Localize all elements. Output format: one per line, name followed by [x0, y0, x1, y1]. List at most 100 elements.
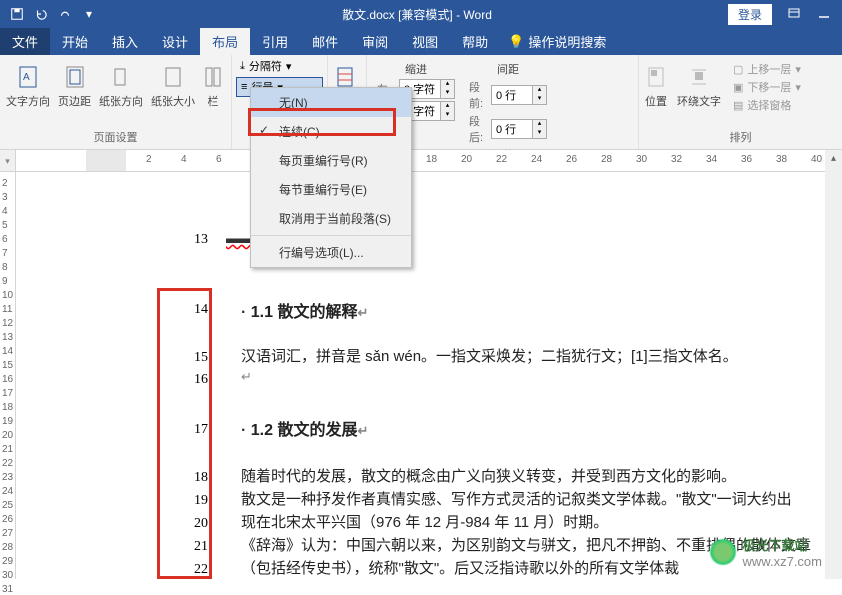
line-numbers-icon: ≡ — [241, 81, 247, 93]
menu-item-suppress[interactable]: 取消用于当前段落(S) — [251, 204, 411, 233]
ruler-h-tick: 36 — [741, 154, 752, 165]
spinner-up-icon[interactable]: ▴ — [440, 102, 454, 111]
minimize-icon[interactable] — [810, 3, 838, 25]
size-button[interactable]: 纸张大小 — [149, 61, 197, 111]
tab-design[interactable]: 设计 — [150, 28, 200, 55]
ruler-v-tick: 18 — [2, 402, 13, 413]
group-label-arrange: 排列 — [643, 127, 838, 147]
ruler-v-tick: 3 — [2, 192, 8, 203]
ruler-h-tick: 28 — [601, 154, 612, 165]
space-before-spinner[interactable]: ▴▾ — [491, 85, 547, 105]
ruler-v-tick: 16 — [2, 374, 13, 385]
tell-me-search[interactable]: 💡 操作说明搜索 — [500, 28, 614, 55]
redo-icon[interactable] — [54, 3, 76, 25]
watermark: 极光下载站 www.xz7.com — [709, 535, 822, 569]
selection-pane-button[interactable]: ▤选择窗格 — [733, 97, 801, 113]
space-before-input[interactable] — [492, 88, 532, 102]
ruler-v-tick: 25 — [2, 500, 13, 511]
ruler-v-tick: 5 — [2, 220, 8, 231]
ruler-h-tick: 18 — [426, 154, 437, 165]
tab-references[interactable]: 引用 — [250, 28, 300, 55]
heading-12: · 1.2 散文的发展↵ — [241, 416, 368, 440]
document-area[interactable]: 1314151617181920212223 ▬▬▬↵ · 1.1 散文的解释↵… — [16, 172, 842, 579]
breaks-icon: ⤓ — [240, 60, 245, 73]
text-direction-button[interactable]: A 文字方向 — [4, 61, 52, 111]
tab-layout[interactable]: 布局 — [200, 28, 250, 55]
space-after-label: 段后: — [469, 113, 487, 145]
scrollbar-vertical[interactable]: ▴ — [825, 150, 842, 579]
breaks-button[interactable]: ⤓分隔符▾ — [236, 57, 323, 75]
heading-11: · 1.1 散文的解释↵ — [241, 298, 368, 322]
spinner-down-icon[interactable]: ▾ — [440, 89, 454, 98]
ribbon: A 文字方向 页边距 纸张方向 纸张大小 栏 页面设置 ⤓分隔 — [0, 55, 842, 150]
ruler-v-tick: 9 — [2, 276, 8, 287]
margins-icon — [65, 63, 85, 91]
ruler-h-tick: 6 — [216, 154, 222, 165]
spinner-up-icon[interactable]: ▴ — [532, 86, 546, 95]
ruler-vertical[interactable]: 2345678910111213141516171819202122232425… — [0, 172, 16, 579]
tab-insert[interactable]: 插入 — [100, 28, 150, 55]
tab-mailings[interactable]: 邮件 — [300, 28, 350, 55]
spinner-down-icon[interactable]: ▾ — [532, 129, 546, 138]
doc-line-16: ↵ — [241, 368, 252, 385]
doc-line-22: （包括经传史书），统称"散文"。后又泛指诗歌以外的所有文学体裁 — [241, 557, 679, 578]
ruler-v-tick: 6 — [2, 234, 8, 245]
indent-label: 缩进 — [377, 61, 455, 77]
position-button[interactable]: 位置 — [643, 61, 669, 111]
ruler-v-tick: 31 — [2, 584, 13, 595]
ruler-h-tick: 20 — [461, 154, 472, 165]
ruler-horizontal[interactable]: 24681012141618202224262830323436384042 — [16, 150, 842, 172]
ruler-v-tick: 11 — [2, 304, 12, 315]
space-after-spinner[interactable]: ▴▾ — [491, 119, 547, 139]
ruler-v-tick: 30 — [2, 570, 13, 581]
scroll-up-icon[interactable]: ▴ — [825, 150, 842, 167]
menu-item-restart-page[interactable]: 每页重编行号(R) — [251, 146, 411, 175]
spinner-down-icon[interactable]: ▾ — [440, 111, 454, 120]
tab-help[interactable]: 帮助 — [450, 28, 500, 55]
tab-review[interactable]: 审阅 — [350, 28, 400, 55]
ruler-v-tick: 20 — [2, 430, 13, 441]
group-page-setup: A 文字方向 页边距 纸张方向 纸张大小 栏 页面设置 — [0, 55, 232, 149]
margins-button[interactable]: 页边距 — [56, 61, 93, 111]
ruler-h-tick: 40 — [811, 154, 822, 165]
tab-home[interactable]: 开始 — [50, 28, 100, 55]
tell-me-label: 操作说明搜索 — [528, 32, 606, 51]
ruler-corner[interactable]: ▾ — [0, 150, 16, 172]
doc-line-15: 汉语词汇，拼音是 sǎn wén。一指文采焕发；二指犹行文；[1]三指文体名。 — [241, 345, 738, 366]
send-backward-button[interactable]: ▣下移一层▾ — [733, 79, 801, 95]
space-before-label: 段前: — [469, 79, 487, 111]
login-button[interactable]: 登录 — [728, 4, 772, 25]
group-arrange: 位置 环绕文字 ▢上移一层▾ ▣下移一层▾ ▤选择窗格 排列 — [639, 55, 842, 149]
ruler-h-tick: 22 — [496, 154, 507, 165]
watermark-name: 极光下载站 — [743, 535, 822, 554]
undo-icon[interactable] — [30, 3, 52, 25]
ruler-h-tick: 38 — [776, 154, 787, 165]
space-after-input[interactable] — [492, 122, 532, 136]
ruler-h-tick: 4 — [181, 154, 187, 165]
group-label-page-setup: 页面设置 — [4, 127, 227, 147]
ribbon-options-icon[interactable] — [780, 3, 808, 25]
spinner-down-icon[interactable]: ▾ — [532, 95, 546, 104]
tab-view[interactable]: 视图 — [400, 28, 450, 55]
wrap-text-button[interactable]: 环绕文字 — [675, 61, 723, 111]
ruler-v-tick: 15 — [2, 360, 13, 371]
columns-button[interactable]: 栏 — [201, 61, 225, 111]
spinner-up-icon[interactable]: ▴ — [532, 120, 546, 129]
ruler-v-tick: 7 — [2, 248, 8, 259]
bring-forward-button[interactable]: ▢上移一层▾ — [733, 61, 801, 77]
save-icon[interactable] — [6, 3, 28, 25]
ruler-v-tick: 12 — [2, 318, 13, 329]
qat-customize-icon[interactable]: ▾ — [78, 3, 100, 25]
send-backward-icon: ▣ — [733, 81, 743, 94]
spinner-up-icon[interactable]: ▴ — [440, 80, 454, 89]
tab-file[interactable]: 文件 — [0, 28, 50, 55]
text-direction-icon: A — [18, 63, 38, 91]
ruler-v-tick: 22 — [2, 458, 13, 469]
ruler-v-tick: 27 — [2, 528, 13, 539]
ruler-v-tick: 2 — [2, 178, 8, 189]
size-icon — [163, 63, 183, 91]
orientation-button[interactable]: 纸张方向 — [97, 61, 145, 111]
menu-item-restart-section[interactable]: 每节重编行号(E) — [251, 175, 411, 204]
menu-item-options[interactable]: 行编号选项(L)... — [251, 238, 411, 267]
doc-line-19: 散文是一种抒发作者真情实感、写作方式灵活的记叙类文学体裁。"散文"一词大约出 — [241, 488, 792, 509]
